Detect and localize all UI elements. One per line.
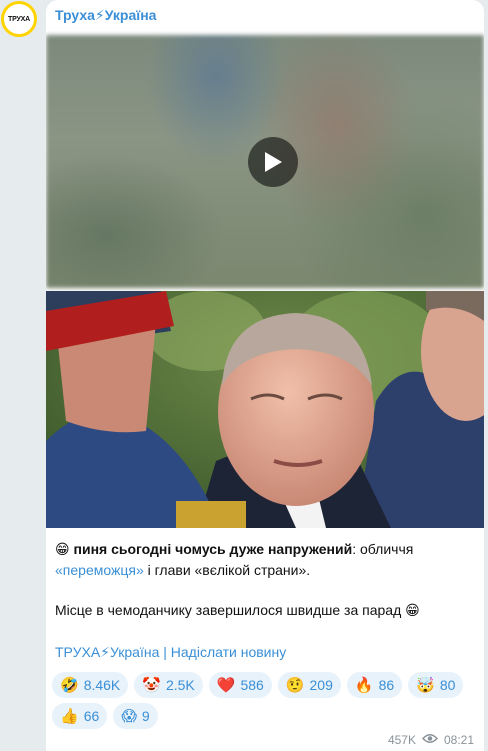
caption-text-3: Місце в чемоданчику завершилося швидше з… <box>55 602 402 618</box>
grin-emoji-end: 😁 <box>405 603 420 619</box>
play-icon[interactable] <box>248 137 298 187</box>
reaction-count: 80 <box>439 677 456 693</box>
reaction-emoji-icon: 🤡 <box>142 676 161 694</box>
channel-avatar[interactable]: ТРУХА <box>1 1 37 37</box>
caption-link[interactable]: «переможця» <box>55 562 144 578</box>
reaction-pill[interactable]: 🔥 86 <box>346 672 403 698</box>
message-caption: 😁 пиня сьогодні чомусь дуже напружений: … <box>55 539 475 621</box>
reaction-count: 66 <box>83 708 100 724</box>
reaction-count: 2.5K <box>165 677 195 693</box>
reaction-emoji-icon: 🤯 <box>416 676 435 694</box>
reactions-bar: 🤣 8.46K 🤡 2.5K ❤️ 586 🤨 209 🔥 86 🤯 80 👍 66 😱 9 <box>52 672 472 729</box>
reaction-emoji-icon: 🤨 <box>285 676 305 694</box>
reaction-emoji-icon: 🔥 <box>354 676 374 694</box>
reaction-count: 86 <box>378 677 395 693</box>
message-meta: 457K 08:21 <box>388 733 474 747</box>
caption-text-1: : обличчя <box>352 541 414 557</box>
eye-icon <box>421 733 438 747</box>
reaction-pill[interactable]: 😱 9 <box>113 703 158 729</box>
message-bubble: Труха⚡Україна 😁 пиня сьогодні чомусь дуж… <box>46 0 484 751</box>
reaction-count: 8.46K <box>83 677 121 693</box>
reaction-emoji-icon: ❤️ <box>216 676 236 694</box>
views-count: 457K <box>387 733 416 747</box>
reaction-pill[interactable]: 🤯 80 <box>408 672 464 698</box>
reaction-emoji-icon: 😱 <box>121 707 137 725</box>
reaction-emoji-icon: 👍 <box>60 707 79 725</box>
caption-text-2: і глави «вєлікой страни». <box>143 562 311 578</box>
message-time: 08:21 <box>443 733 474 747</box>
photo-attachment[interactable] <box>46 291 484 528</box>
reaction-pill[interactable]: 👍 66 <box>52 703 108 729</box>
reaction-count: 586 <box>240 677 264 693</box>
reaction-pill[interactable]: 🤣 8.46K <box>52 672 129 698</box>
reaction-pill[interactable]: 🤨 209 <box>277 672 341 698</box>
avatar-text: ТРУХА <box>8 15 30 23</box>
channel-name[interactable]: Труха⚡Україна <box>55 7 156 24</box>
reaction-count: 9 <box>141 708 150 724</box>
grin-emoji: 😁 <box>55 542 70 558</box>
reaction-emoji-icon: 🤣 <box>60 676 79 694</box>
channel-footer-link[interactable]: ТРУХА⚡Україна | Надіслати новину <box>55 644 286 661</box>
reaction-pill[interactable]: ❤️ 586 <box>208 672 272 698</box>
reaction-pill[interactable]: 🤡 2.5K <box>134 672 203 698</box>
caption-bold-text: пиня сьогодні чомусь дуже напружений <box>73 541 353 557</box>
reaction-count: 209 <box>309 677 333 693</box>
